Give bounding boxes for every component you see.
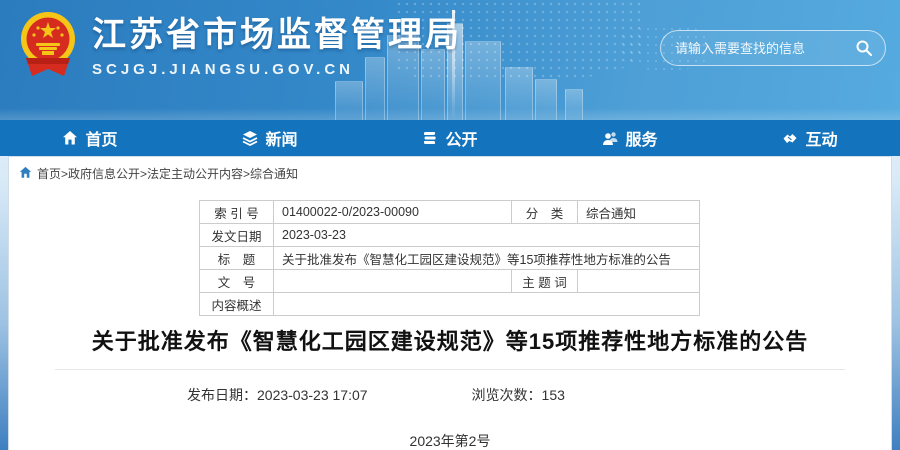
publish-date-label: 发布日期： [187, 387, 257, 403]
doc-title-label: 标 题 [200, 247, 274, 270]
site-domain: SCJGJ.JIANGSU.GOV.CN [92, 61, 462, 78]
table-row: 标 题 关于批准发布《智慧化工园区建设规范》等15项推荐性地方标准的公告 [200, 247, 700, 270]
title-divider [55, 369, 845, 370]
article-title: 关于批准发布《智慧化工园区建设规范》等15项推荐性地方标准的公告 [29, 326, 871, 358]
services-icon [602, 130, 618, 146]
index-label: 索 引 号 [200, 201, 274, 224]
issue-date-value: 2023-03-23 [274, 224, 700, 247]
nav-item-label: 互动 [805, 126, 837, 150]
nav-item-label: 首页 [85, 126, 117, 150]
doc-title-value: 关于批准发布《智慧化工园区建设规范》等15项推荐性地方标准的公告 [274, 247, 700, 270]
summary-value [274, 293, 700, 316]
news-icon [242, 130, 258, 146]
breadcrumb-text: 首页>政府信息公开>法定主动公开内容>综合通知 [37, 165, 298, 182]
content-panel: 首页>政府信息公开>法定主动公开内容>综合通知 索 引 号 01400022-0… [8, 156, 892, 450]
nav-item-label: 新闻 [265, 126, 297, 150]
page: 江苏省市场监督管理局 SCJGJ.JIANGSU.GOV.CN 首页 [0, 0, 900, 450]
summary-label: 内容概述 [200, 293, 274, 316]
breadcrumb-home-icon [19, 166, 32, 182]
category-value: 综合通知 [578, 201, 700, 224]
search-box[interactable] [660, 30, 886, 66]
national-emblem-logo [16, 10, 80, 82]
nav-item-interaction[interactable]: 互动 [782, 126, 837, 150]
doc-number-value [274, 270, 512, 293]
subject-value [578, 270, 700, 293]
nav-item-open-gov[interactable]: 公开 [422, 126, 477, 150]
breadcrumb[interactable]: 首页>政府信息公开>法定主动公开内容>综合通知 [9, 157, 891, 184]
index-value: 01400022-0/2023-00090 [274, 201, 512, 224]
site-header: 江苏省市场监督管理局 SCJGJ.JIANGSU.GOV.CN [0, 0, 900, 120]
table-row: 内容概述 [200, 293, 700, 316]
view-count: 浏览次数：153 [472, 385, 565, 405]
search-icon[interactable] [855, 39, 873, 57]
nav-item-services[interactable]: 服务 [602, 126, 657, 150]
view-count-label: 浏览次数： [472, 387, 542, 403]
category-label: 分 类 [512, 201, 578, 224]
subject-label: 主 题 词 [512, 270, 578, 293]
info-table: 索 引 号 01400022-0/2023-00090 分 类 综合通知 发文日… [199, 200, 700, 316]
site-brand[interactable]: 江苏省市场监督管理局 SCJGJ.JIANGSU.GOV.CN [16, 10, 462, 82]
open-gov-icon [422, 130, 438, 146]
main-navbar: 首页 新闻 公开 [0, 120, 900, 156]
table-row: 发文日期 2023-03-23 [200, 224, 700, 247]
table-row: 索 引 号 01400022-0/2023-00090 分 类 综合通知 [200, 201, 700, 224]
brand-text: 江苏省市场监督管理局 SCJGJ.JIANGSU.GOV.CN [92, 15, 462, 78]
view-count-value: 153 [542, 387, 565, 403]
nav-item-label: 服务 [625, 126, 657, 150]
search-input[interactable] [673, 40, 855, 57]
article-meta: 发布日期：2023-03-23 17:07 浏览次数：153 [187, 385, 891, 405]
publish-date-value: 2023-03-23 17:07 [257, 387, 368, 403]
issue-date-label: 发文日期 [200, 224, 274, 247]
interaction-icon [782, 130, 798, 146]
publish-date: 发布日期：2023-03-23 17:07 [187, 385, 368, 405]
nav-item-home[interactable]: 首页 [62, 126, 117, 150]
nav-item-news[interactable]: 新闻 [242, 126, 297, 150]
doc-number-label: 文 号 [200, 270, 274, 293]
site-title: 江苏省市场监督管理局 [92, 15, 462, 55]
announcement-number: 2023年第2号 [9, 431, 891, 450]
table-row: 文 号 主 题 词 [200, 270, 700, 293]
nav-item-label: 公开 [445, 126, 477, 150]
home-icon [62, 130, 78, 146]
